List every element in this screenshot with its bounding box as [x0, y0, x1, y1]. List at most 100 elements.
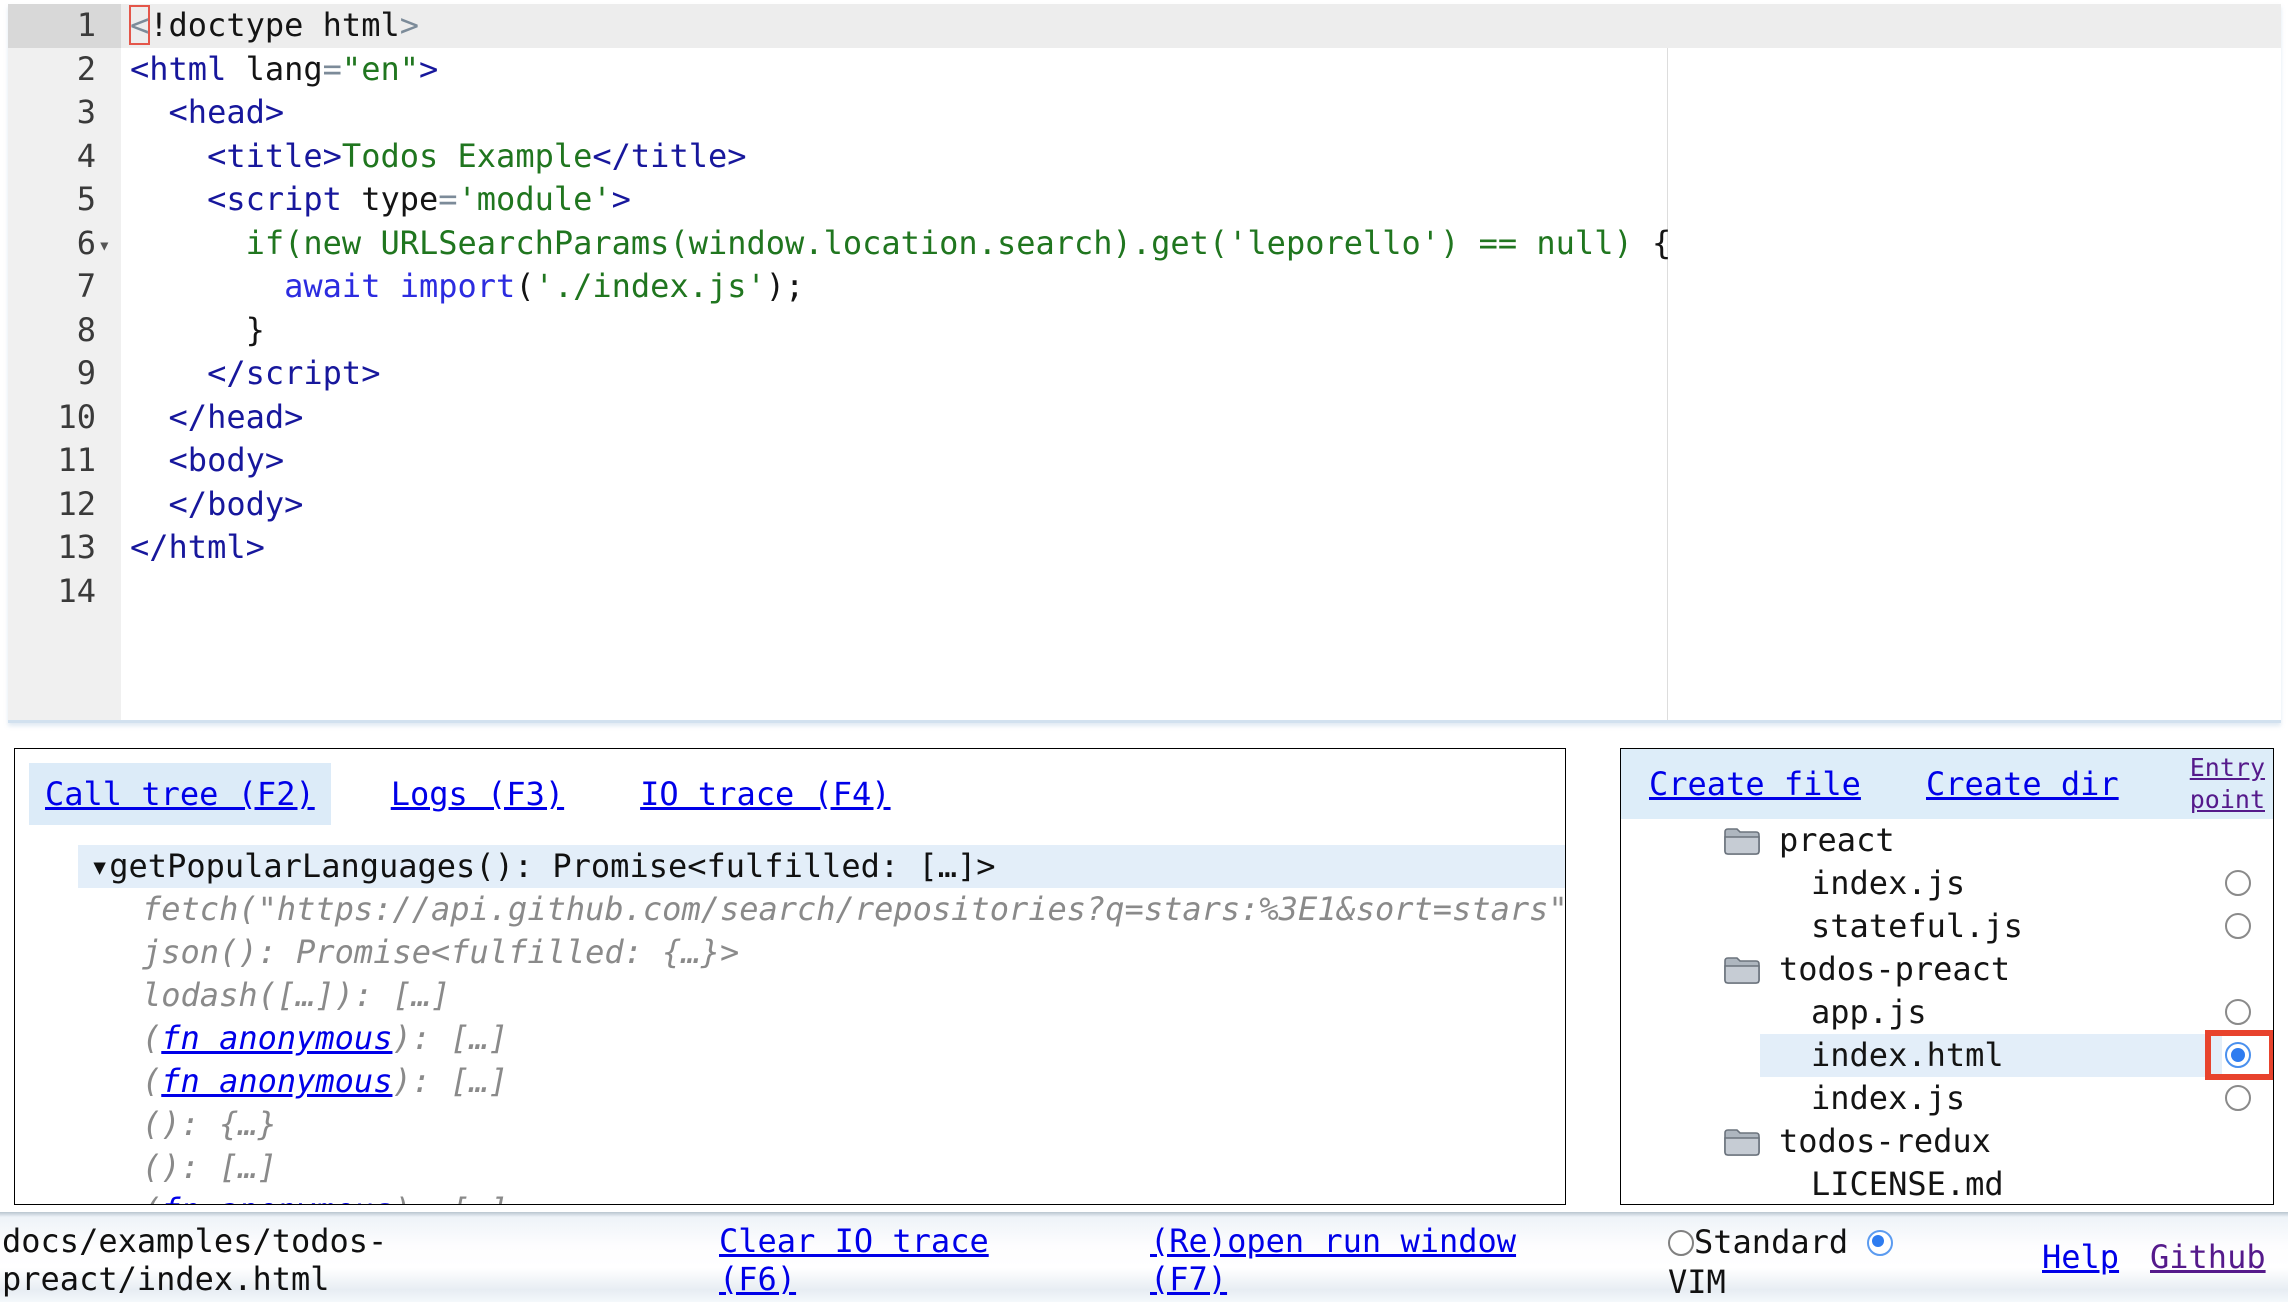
- function-link[interactable]: fn anonymous: [161, 1191, 392, 1204]
- tab-logs-f3[interactable]: Logs (F3): [375, 763, 580, 825]
- code-line[interactable]: 5 <script type='module'>: [8, 178, 2281, 222]
- call-tree-row[interactable]: lodash([…]): […]: [78, 974, 1565, 1017]
- vim-keybinding-label[interactable]: VIM: [1668, 1263, 1726, 1301]
- radio-dot-icon: [1872, 1235, 1884, 1247]
- call-text: json(): Promise<fulfilled: {…}>: [142, 933, 739, 971]
- line-number: 2: [8, 48, 121, 92]
- folder-icon: [1723, 954, 1761, 986]
- create-dir-link[interactable]: Create dir: [1926, 765, 2119, 803]
- tab-call-tree-f2[interactable]: Call tree (F2): [29, 763, 331, 825]
- code-line[interactable]: 10 </head>: [8, 396, 2281, 440]
- file-name[interactable]: index.html: [1811, 1034, 2004, 1077]
- call-tree-row[interactable]: (): […]: [78, 1146, 1565, 1189]
- call-tree-row[interactable]: (fn anonymous): […]: [78, 1017, 1565, 1060]
- line-number: 9: [8, 352, 121, 396]
- github-link[interactable]: Github: [2150, 1238, 2266, 1276]
- file-tree-dir-row[interactable]: todos-preact: [1621, 948, 2273, 991]
- function-link[interactable]: fn anonymous: [161, 1019, 392, 1057]
- code-text: }: [121, 309, 2281, 353]
- code-editor[interactable]: 1<!doctype html>2<html lang="en">3 <head…: [8, 4, 2281, 723]
- code-text: [121, 570, 2281, 614]
- code-text: <title>Todos Example</title>: [121, 135, 2281, 179]
- code-line[interactable]: 3 <head>: [8, 91, 2281, 135]
- code-text: </head>: [121, 396, 2281, 440]
- function-link[interactable]: fn anonymous: [161, 1062, 392, 1100]
- line-number: 10: [8, 396, 121, 440]
- entry-point-radio[interactable]: [2225, 1042, 2251, 1068]
- code-line[interactable]: 13</html>: [8, 526, 2281, 570]
- file-tree-dir-row[interactable]: preact: [1621, 819, 2273, 862]
- code-line[interactable]: 9 </script>: [8, 352, 2281, 396]
- entry-point-header[interactable]: Entry point: [2190, 752, 2265, 816]
- create-file-link[interactable]: Create file: [1649, 765, 1861, 803]
- file-tree-file-row[interactable]: stateful.js: [1621, 905, 2273, 948]
- file-name[interactable]: preact: [1779, 819, 1895, 862]
- file-tree-file-row[interactable]: index.html: [1621, 1034, 2273, 1077]
- code-text: if(new URLSearchParams(window.location.s…: [121, 222, 2281, 266]
- code-line[interactable]: 1<!doctype html>: [8, 4, 2281, 48]
- file-name[interactable]: app.js: [1811, 991, 1927, 1034]
- code-line[interactable]: 14: [8, 570, 2281, 614]
- call-tree: ▾getPopularLanguages(): Promise<fulfille…: [15, 845, 1565, 1204]
- panel-tabs: Call tree (F2) Logs (F3) IO trace (F4): [15, 749, 1565, 845]
- file-tree-file-row[interactable]: index.js: [1621, 862, 2273, 905]
- standard-keybinding-label[interactable]: Standard: [1694, 1223, 1848, 1261]
- call-text: (: [142, 1019, 161, 1057]
- code-line[interactable]: 11 <body>: [8, 439, 2281, 483]
- help-link[interactable]: Help: [2042, 1238, 2119, 1276]
- code-line[interactable]: 8 }: [8, 309, 2281, 353]
- file-tree-dir-row[interactable]: todos-redux: [1621, 1120, 2273, 1163]
- call-tree-row[interactable]: json(): Promise<fulfilled: {…}>: [78, 931, 1565, 974]
- file-name[interactable]: todos-redux: [1779, 1120, 1991, 1163]
- call-text: ): […]: [392, 1019, 508, 1057]
- file-tree-file-row[interactable]: index.js: [1621, 1077, 2273, 1120]
- line-number: 1: [8, 4, 121, 48]
- call-tree-panel: Call tree (F2) Logs (F3) IO trace (F4) ▾ge…: [14, 748, 1566, 1205]
- vim-keybinding-radio[interactable]: [1867, 1230, 1893, 1256]
- call-tree-row[interactable]: fetch("https://api.github.com/search/rep…: [78, 888, 1565, 931]
- file-name[interactable]: stateful.js: [1811, 905, 2023, 948]
- code-text: </body>: [121, 483, 2281, 527]
- call-tree-row[interactable]: ▾getPopularLanguages(): Promise<fulfille…: [78, 845, 1565, 888]
- current-file-path: docs/examples/todos-preact/index.html: [2, 1222, 402, 1298]
- code-line[interactable]: 2<html lang="en">: [8, 48, 2281, 92]
- radio-dot-icon: [2231, 1048, 2245, 1062]
- code-line[interactable]: 4 <title>Todos Example</title>: [8, 135, 2281, 179]
- call-text: (: [142, 1191, 161, 1204]
- file-name[interactable]: LICENSE.md: [1811, 1163, 2004, 1204]
- code-line[interactable]: 6▾ if(new URLSearchParams(window.locatio…: [8, 222, 2281, 266]
- call-text: ): […]: [392, 1062, 508, 1100]
- call-text: (: [142, 1062, 161, 1100]
- folder-icon: [1723, 1126, 1761, 1158]
- call-text: (): […]: [142, 1148, 277, 1186]
- fold-arrow-icon[interactable]: ▾: [98, 224, 111, 268]
- code-text: </html>: [121, 526, 2281, 570]
- call-tree-row[interactable]: (fn anonymous): […]: [78, 1189, 1565, 1204]
- file-tree-file-row[interactable]: LICENSE.md: [1621, 1163, 2273, 1204]
- call-tree-row[interactable]: (): {…}: [78, 1103, 1565, 1146]
- call-tree-row[interactable]: (fn anonymous): […]: [78, 1060, 1565, 1103]
- file-name[interactable]: todos-preact: [1779, 948, 2010, 991]
- file-tree-file-row[interactable]: app.js: [1621, 991, 2273, 1034]
- code-text: <script type='module'>: [121, 178, 2281, 222]
- clear-io-trace-link[interactable]: Clear IO trace (F6): [719, 1222, 1019, 1298]
- reopen-run-window-link[interactable]: (Re)open run window (F7): [1150, 1222, 1545, 1298]
- code-line[interactable]: 12 </body>: [8, 483, 2281, 527]
- entry-point-radio[interactable]: [2225, 1085, 2251, 1111]
- line-number: 5: [8, 178, 121, 222]
- standard-keybinding-radio[interactable]: [1668, 1230, 1694, 1256]
- call-text: ▾getPopularLanguages(): Promise<fulfille…: [90, 847, 995, 885]
- entry-point-radio[interactable]: [2225, 913, 2251, 939]
- call-text: fetch("https://api.github.com/search/rep…: [142, 890, 1565, 928]
- line-number: 6▾: [8, 222, 121, 266]
- line-number: 4: [8, 135, 121, 179]
- entry-point-line2: point: [2190, 785, 2265, 814]
- code-line[interactable]: 7 await import('./index.js');: [8, 265, 2281, 309]
- code-text: <!doctype html>: [121, 4, 2281, 48]
- tab-io-trace-f4[interactable]: IO trace (F4): [624, 763, 906, 825]
- entry-point-radio[interactable]: [2225, 999, 2251, 1025]
- line-number: 7: [8, 265, 121, 309]
- file-name[interactable]: index.js: [1811, 862, 1965, 905]
- entry-point-radio[interactable]: [2225, 870, 2251, 896]
- file-name[interactable]: index.js: [1811, 1077, 1965, 1120]
